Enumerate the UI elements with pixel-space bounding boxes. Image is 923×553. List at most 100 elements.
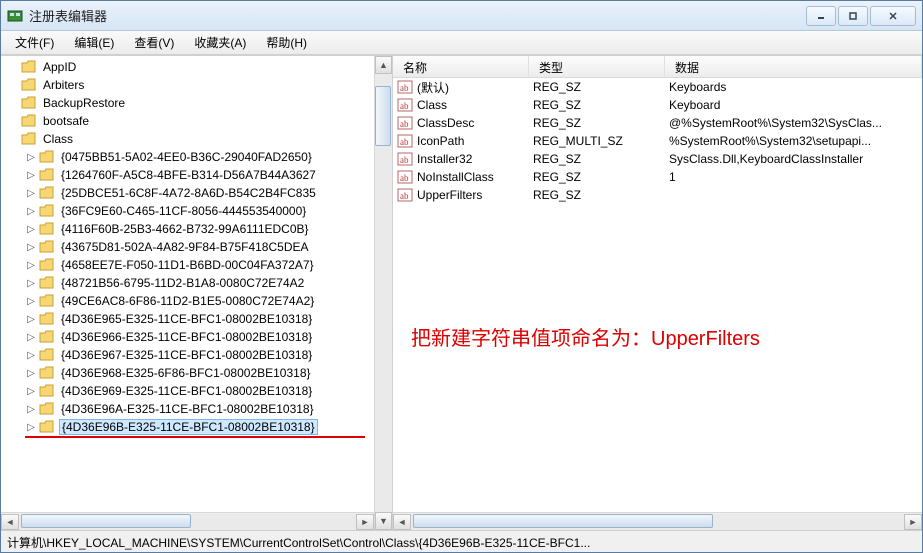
tree-item[interactable]: ▷ {4D36E966-E325-11CE-BFC1-08002BE10318} bbox=[1, 328, 374, 346]
value-row[interactable]: ClassDescREG_SZ@%SystemRoot%\System32\Sy… bbox=[393, 114, 922, 132]
folder-icon bbox=[39, 204, 55, 218]
tree-item[interactable]: ▷ {4116F60B-25B3-4662-B732-99A6111EDC0B} bbox=[1, 220, 374, 238]
tree-item[interactable]: ▷ {4D36E96B-E325-11CE-BFC1-08002BE10318} bbox=[1, 418, 374, 436]
expander-icon[interactable]: ▷ bbox=[25, 295, 37, 307]
col-type[interactable]: 类型 bbox=[529, 56, 665, 77]
tree-item[interactable]: ▷{36FC9E60-C465-11CF-8056-444553540000} bbox=[1, 202, 374, 220]
menu-file[interactable]: 文件(F) bbox=[5, 32, 64, 53]
expander-icon[interactable]: ▷ bbox=[25, 169, 37, 181]
tree-item[interactable]: ▷{43675D81-502A-4A82-9F84-B75F418C5DEA bbox=[1, 238, 374, 256]
menu-favorites[interactable]: 收藏夹(A) bbox=[184, 32, 256, 53]
value-row[interactable]: UpperFiltersREG_SZ bbox=[393, 186, 922, 204]
menu-help[interactable]: 帮助(H) bbox=[256, 32, 317, 53]
tree-item[interactable]: ▷{4D36E969-E325-11CE-BFC1-08002BE10318} bbox=[1, 382, 374, 400]
tree-label: {4116F60B-25B3-4662-B732-99A6111EDC0B} bbox=[59, 222, 311, 236]
value-row[interactable]: IconPathREG_MULTI_SZ%SystemRoot%\System3… bbox=[393, 132, 922, 150]
tree-item[interactable]: ▷ {4D36E968-E325-6F86-BFC1-08002BE10318} bbox=[1, 364, 374, 382]
value-row[interactable]: (默认)REG_SZKeyboards bbox=[393, 78, 922, 96]
expander-icon[interactable] bbox=[7, 133, 19, 145]
tree-label: BackupRestore bbox=[41, 96, 127, 110]
expander-icon[interactable]: ▷ bbox=[25, 241, 37, 253]
folder-icon bbox=[39, 258, 55, 272]
value-name: IconPath bbox=[417, 134, 464, 148]
expander-icon[interactable]: ▷ bbox=[25, 277, 37, 289]
folder-icon bbox=[39, 348, 55, 362]
folder-icon bbox=[39, 150, 55, 164]
tree-label: {4D36E965-E325-11CE-BFC1-08002BE10318} bbox=[59, 312, 314, 326]
menu-edit[interactable]: 编辑(E) bbox=[64, 32, 124, 53]
expander-icon[interactable]: ▷ bbox=[25, 187, 37, 199]
scroll-down-icon[interactable]: ▼ bbox=[375, 512, 392, 530]
tree-item[interactable]: AppID bbox=[1, 58, 374, 76]
value-type: REG_SZ bbox=[529, 188, 665, 202]
tree-item[interactable]: ▷{0475BB51-5A02-4EE0-B36C-29040FAD2650} bbox=[1, 148, 374, 166]
value-data: @%SystemRoot%\System32\SysClas... bbox=[665, 116, 922, 130]
folder-icon bbox=[39, 186, 55, 200]
expander-icon[interactable]: ▷ bbox=[25, 205, 37, 217]
tree-item[interactable]: Arbiters bbox=[1, 76, 374, 94]
values-hscrollbar[interactable]: ◄ ► bbox=[393, 512, 922, 530]
tree-item[interactable]: ▷ {48721B56-6795-11D2-B1A8-0080C72E74A2 bbox=[1, 274, 374, 292]
expander-icon[interactable]: ▷ bbox=[25, 259, 37, 271]
tree-label: bootsafe bbox=[41, 114, 91, 128]
col-data[interactable]: 数据 bbox=[665, 56, 922, 77]
expander-icon[interactable]: ▷ bbox=[25, 223, 37, 235]
tree-vscrollbar[interactable]: ▲ ▼ bbox=[374, 56, 392, 530]
tree-label: {4D36E966-E325-11CE-BFC1-08002BE10318} bbox=[59, 330, 314, 344]
scroll-right-icon[interactable]: ► bbox=[904, 514, 922, 530]
value-name: (默认) bbox=[417, 79, 449, 96]
expander-icon[interactable]: ▷ bbox=[25, 151, 37, 163]
tree-item[interactable]: ▷{4658EE7E-F050-11D1-B6BD-00C04FA372A7} bbox=[1, 256, 374, 274]
expander-icon[interactable]: ▷ bbox=[25, 349, 37, 361]
maximize-button[interactable] bbox=[838, 6, 868, 26]
tree-hscrollbar[interactable]: ◄ ► bbox=[1, 512, 374, 530]
tree-label: {48721B56-6795-11D2-B1A8-0080C72E74A2 bbox=[59, 276, 306, 290]
titlebar[interactable]: 注册表编辑器 bbox=[1, 1, 922, 31]
expander-icon[interactable]: ▷ bbox=[25, 313, 37, 325]
expander-icon[interactable]: ▷ bbox=[25, 385, 37, 397]
tree-item[interactable]: ▷{4D36E96A-E325-11CE-BFC1-08002BE10318} bbox=[1, 400, 374, 418]
value-row[interactable]: Installer32REG_SZSysClass.Dll,KeyboardCl… bbox=[393, 150, 922, 168]
window-title: 注册表编辑器 bbox=[29, 6, 804, 25]
col-name[interactable]: 名称 bbox=[393, 56, 529, 77]
expander-icon[interactable]: ▷ bbox=[25, 403, 37, 415]
tree-label: {4D36E968-E325-6F86-BFC1-08002BE10318} bbox=[59, 366, 313, 380]
folder-icon bbox=[39, 276, 55, 290]
tree-item[interactable]: ▷{49CE6AC8-6F86-11D2-B1E5-0080C72E74A2} bbox=[1, 292, 374, 310]
expander-icon[interactable]: ▷ bbox=[25, 367, 37, 379]
tree-pane: AppIDArbitersBackupRestorebootsafeClass▷… bbox=[1, 56, 393, 530]
expander-icon[interactable] bbox=[7, 97, 19, 109]
tree-item[interactable]: ▷ {4D36E965-E325-11CE-BFC1-08002BE10318} bbox=[1, 310, 374, 328]
string-value-icon bbox=[397, 151, 413, 167]
values-list[interactable]: (默认)REG_SZKeyboardsClassREG_SZKeyboardCl… bbox=[393, 78, 922, 512]
tree-item[interactable]: ▷ {1264760F-A5C8-4BFE-B314-D56A7B44A3627 bbox=[1, 166, 374, 184]
tree-label: {1264760F-A5C8-4BFE-B314-D56A7B44A3627 bbox=[59, 168, 318, 182]
highlight-underline bbox=[25, 436, 365, 438]
minimize-button[interactable] bbox=[806, 6, 836, 26]
string-value-icon bbox=[397, 97, 413, 113]
tree-item[interactable]: ▷{25DBCE51-6C8F-4A72-8A6D-B54C2B4FC835 bbox=[1, 184, 374, 202]
value-type: REG_SZ bbox=[529, 152, 665, 166]
tree-item[interactable]: bootsafe bbox=[1, 112, 374, 130]
expander-icon[interactable] bbox=[7, 115, 19, 127]
menu-view[interactable]: 查看(V) bbox=[124, 32, 184, 53]
expander-icon[interactable]: ▷ bbox=[25, 331, 37, 343]
tree-item[interactable]: Class bbox=[1, 130, 374, 148]
scroll-up-icon[interactable]: ▲ bbox=[375, 56, 392, 74]
tree-view[interactable]: AppIDArbitersBackupRestorebootsafeClass▷… bbox=[1, 56, 374, 512]
close-button[interactable] bbox=[870, 6, 916, 26]
tree-item[interactable]: BackupRestore bbox=[1, 94, 374, 112]
values-header[interactable]: 名称 类型 数据 bbox=[393, 56, 922, 78]
value-data: Keyboards bbox=[665, 80, 922, 94]
scroll-left-icon[interactable]: ◄ bbox=[393, 514, 411, 530]
value-row[interactable]: NoInstallClassREG_SZ1 bbox=[393, 168, 922, 186]
expander-icon[interactable]: ▷ bbox=[25, 421, 37, 433]
statusbar: 计算机\HKEY_LOCAL_MACHINE\SYSTEM\CurrentCon… bbox=[1, 530, 922, 552]
expander-icon[interactable] bbox=[7, 79, 19, 91]
expander-icon[interactable] bbox=[7, 61, 19, 73]
scroll-right-icon[interactable]: ► bbox=[356, 514, 374, 530]
scroll-left-icon[interactable]: ◄ bbox=[1, 514, 19, 530]
tree-label: {4D36E96B-E325-11CE-BFC1-08002BE10318} bbox=[59, 419, 318, 435]
value-row[interactable]: ClassREG_SZKeyboard bbox=[393, 96, 922, 114]
tree-item[interactable]: ▷{4D36E967-E325-11CE-BFC1-08002BE10318} bbox=[1, 346, 374, 364]
